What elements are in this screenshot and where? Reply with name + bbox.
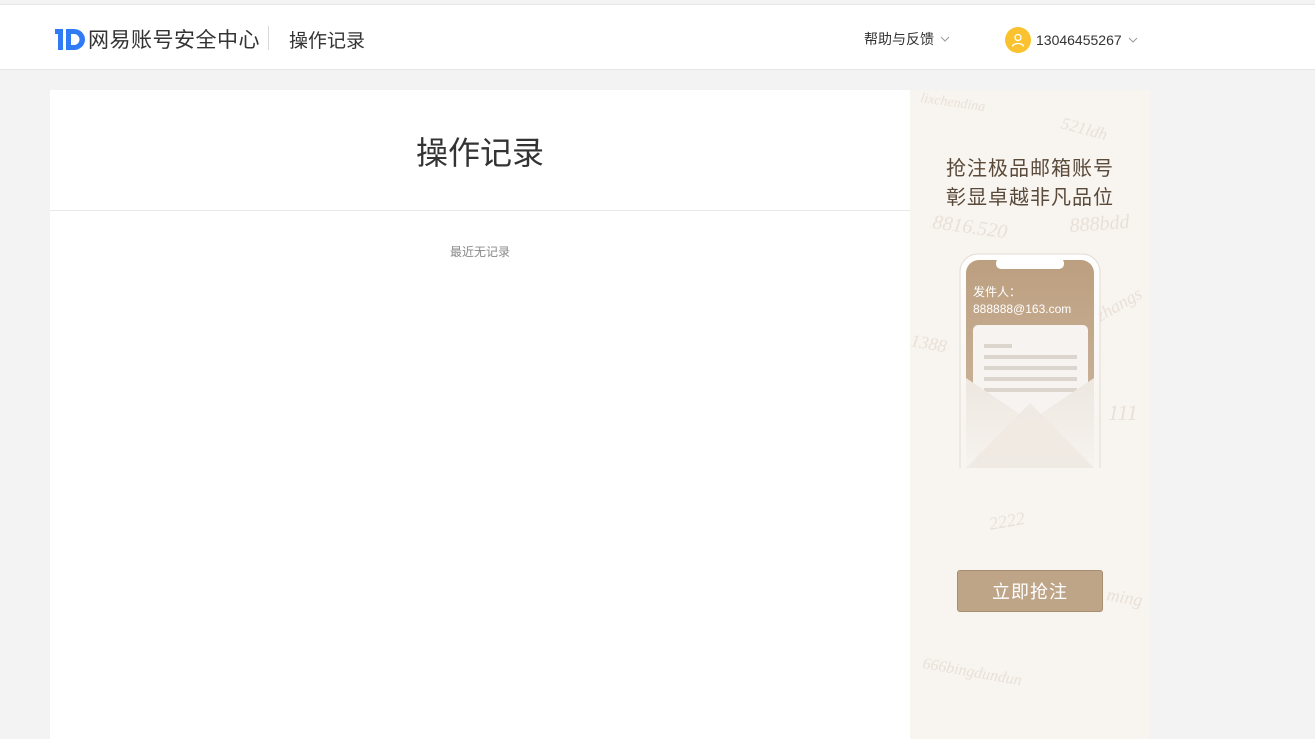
title-divider [50,210,910,211]
promo-sender-email: 888888@163.com [973,302,1072,316]
chevron-down-icon [1128,37,1138,43]
brand-logo[interactable]: 网易账号安全中心 [54,24,260,54]
chevron-down-icon [940,36,950,42]
svg-text:521ldh: 521ldh [1059,114,1110,145]
main-panel: 操作记录 最近无记录 [50,90,910,739]
svg-text:1388: 1388 [910,330,948,356]
svg-text:666bingdundun: 666bingdundun [921,655,1023,689]
svg-text:lixchendina: lixchendina [919,91,986,115]
top-header: 网易账号安全中心 操作记录 帮助与反馈 13046455267 [0,4,1315,70]
svg-text:111: 111 [1108,400,1138,425]
svg-text:8816.520: 8816.520 [931,211,1008,243]
header-page-name: 操作记录 [289,31,366,52]
empty-state-text: 最近无记录 [449,245,510,259]
user-menu[interactable]: 13046455267 [1005,27,1138,53]
svg-text:2222: 2222 [987,508,1026,534]
user-avatar-icon [1005,27,1031,53]
promo-headline-1: 抢注极品邮箱账号 [946,158,1114,180]
help-feedback-menu[interactable]: 帮助与反馈 [864,29,950,49]
logo-id-icon [55,29,85,50]
header-divider [268,26,269,50]
page-title: 操作记录 [415,135,544,171]
svg-text:ming: ming [1105,584,1144,610]
promo-sender-label: 发件人： [973,285,1022,299]
svg-text:888bdd: 888bdd [1069,211,1131,237]
user-phone: 13046455267 [1036,32,1122,48]
register-now-button[interactable]: 立即抢注 [957,570,1103,612]
help-feedback-label: 帮助与反馈 [864,31,934,47]
promo-banner[interactable]: lixchendina 521ldh 8816.520 888bdd zhang… [910,90,1150,739]
promo-headline-2: 彰显卓越非凡品位 [946,187,1114,209]
brand-name: 网易账号安全中心 [88,29,260,52]
